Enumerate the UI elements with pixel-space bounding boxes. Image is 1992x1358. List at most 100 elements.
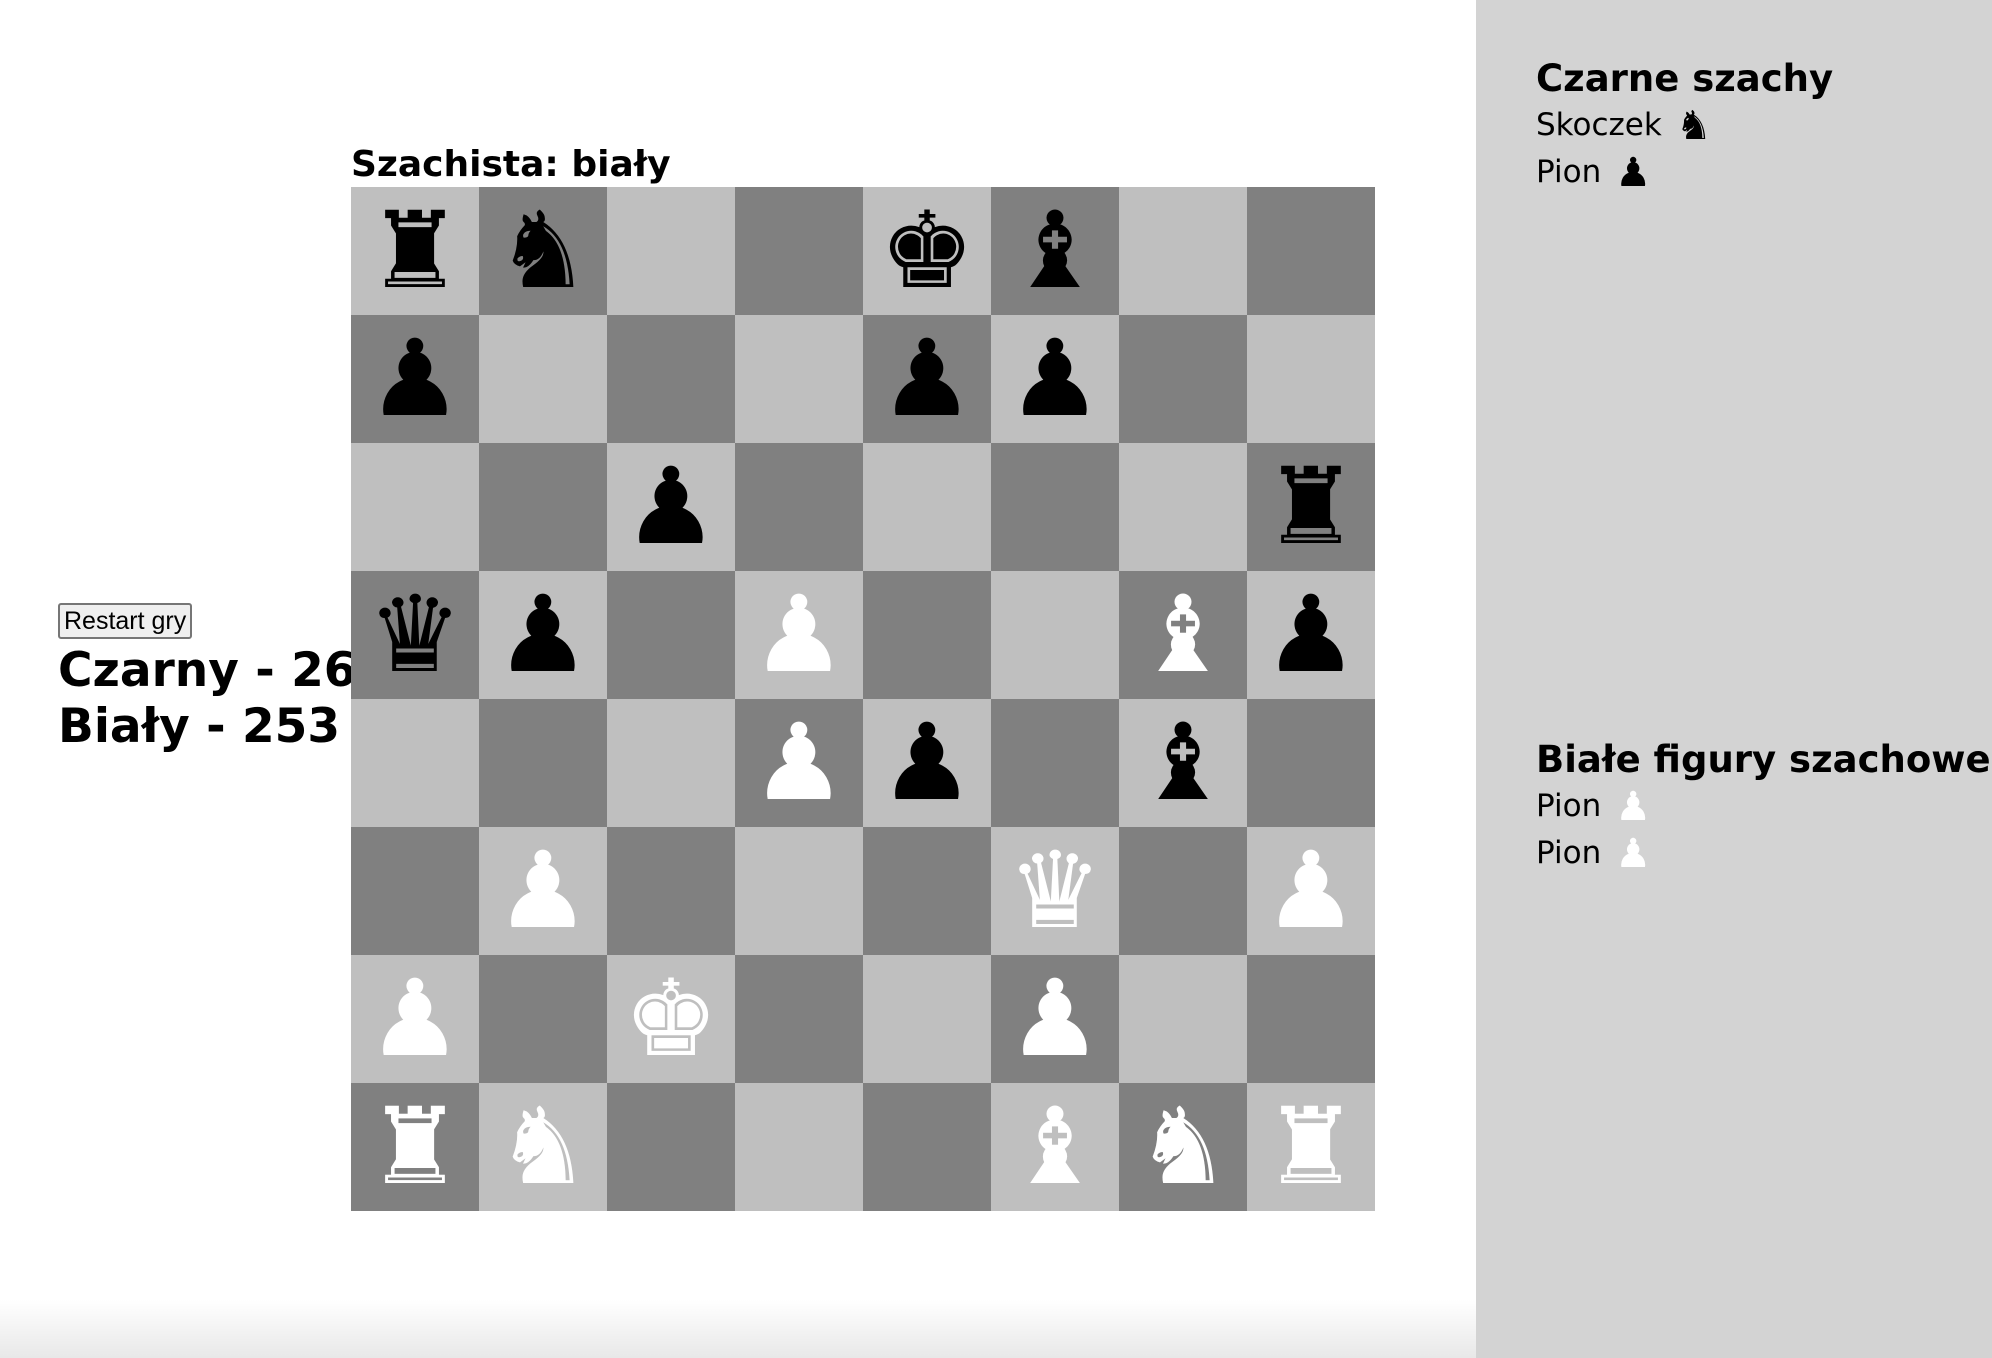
square-c8[interactable] [607,187,735,315]
square-f2[interactable]: ♟ [991,955,1119,1083]
square-a4[interactable] [351,699,479,827]
square-e3[interactable] [863,827,991,955]
left-panel: Restart gry Czarny - 265 Biały - 253 [58,603,389,755]
square-b5[interactable]: ♟ [479,571,607,699]
white-pawn-icon[interactable]: ♟ [495,838,590,944]
white-pawn-icon[interactable]: ♟ [1263,838,1358,944]
square-d5[interactable]: ♟ [735,571,863,699]
square-h4[interactable] [1247,699,1375,827]
square-h7[interactable] [1247,315,1375,443]
white-queen-icon[interactable]: ♛ [1007,838,1102,944]
square-a6[interactable] [351,443,479,571]
square-b1[interactable]: ♞ [479,1083,607,1211]
square-b8[interactable]: ♞ [479,187,607,315]
square-h8[interactable] [1247,187,1375,315]
black-king-icon[interactable]: ♚ [879,198,974,304]
square-d7[interactable] [735,315,863,443]
black-knight-icon[interactable]: ♞ [495,198,590,304]
square-c2[interactable]: ♚ [607,955,735,1083]
square-d4[interactable]: ♟ [735,699,863,827]
square-b4[interactable] [479,699,607,827]
square-b2[interactable] [479,955,607,1083]
square-b6[interactable] [479,443,607,571]
white-bishop-icon[interactable]: ♝ [1007,1094,1102,1200]
square-d6[interactable] [735,443,863,571]
square-a8[interactable]: ♜ [351,187,479,315]
white-pawn-icon[interactable]: ♟ [751,582,846,688]
captured-white-section: Białe figury szachowe Pion ♟ Pion ♟ [1536,737,1991,877]
square-c6[interactable]: ♟ [607,443,735,571]
square-g5[interactable]: ♝ [1119,571,1247,699]
square-f8[interactable]: ♝ [991,187,1119,315]
square-d1[interactable] [735,1083,863,1211]
square-d8[interactable] [735,187,863,315]
square-f1[interactable]: ♝ [991,1083,1119,1211]
square-g3[interactable] [1119,827,1247,955]
square-a5[interactable]: ♛ [351,571,479,699]
black-pawn-icon[interactable]: ♟ [495,582,590,688]
square-a1[interactable]: ♜ [351,1083,479,1211]
square-e2[interactable] [863,955,991,1083]
black-queen-icon[interactable]: ♛ [367,582,462,688]
black-pawn-icon[interactable]: ♟ [367,326,462,432]
black-rook-icon[interactable]: ♜ [1263,454,1358,560]
black-pawn-icon[interactable]: ♟ [879,326,974,432]
square-e7[interactable]: ♟ [863,315,991,443]
black-pawn-icon[interactable]: ♟ [623,454,718,560]
black-rook-icon[interactable]: ♜ [367,198,462,304]
square-e5[interactable] [863,571,991,699]
square-a2[interactable]: ♟ [351,955,479,1083]
black-pawn-icon[interactable]: ♟ [879,710,974,816]
square-h5[interactable]: ♟ [1247,571,1375,699]
white-pawn-icon[interactable]: ♟ [1007,966,1102,1072]
square-c7[interactable] [607,315,735,443]
current-player-label: Szachista: biały [351,144,671,185]
square-h6[interactable]: ♜ [1247,443,1375,571]
black-bishop-icon[interactable]: ♝ [1007,198,1102,304]
square-d3[interactable] [735,827,863,955]
white-pawn-icon[interactable]: ♟ [751,710,846,816]
black-bishop-icon[interactable]: ♝ [1135,710,1230,816]
square-b3[interactable]: ♟ [479,827,607,955]
square-f5[interactable] [991,571,1119,699]
score-black: Czarny - 265 [58,643,390,698]
white-bishop-icon[interactable]: ♝ [1135,582,1230,688]
square-c3[interactable] [607,827,735,955]
captured-black-item: Pion ♟ [1536,149,1833,196]
square-g1[interactable]: ♞ [1119,1083,1247,1211]
square-e1[interactable] [863,1083,991,1211]
white-knight-icon[interactable]: ♞ [1135,1094,1230,1200]
square-h2[interactable] [1247,955,1375,1083]
square-g7[interactable] [1119,315,1247,443]
square-h3[interactable]: ♟ [1247,827,1375,955]
bottom-edge [0,1300,1476,1358]
white-rook-icon[interactable]: ♜ [1263,1094,1358,1200]
square-g4[interactable]: ♝ [1119,699,1247,827]
square-c1[interactable] [607,1083,735,1211]
restart-button[interactable]: Restart gry [58,603,193,639]
square-e6[interactable] [863,443,991,571]
square-g8[interactable] [1119,187,1247,315]
square-h1[interactable]: ♜ [1247,1083,1375,1211]
square-g2[interactable] [1119,955,1247,1083]
white-knight-icon[interactable]: ♞ [495,1094,590,1200]
square-c5[interactable] [607,571,735,699]
square-c4[interactable] [607,699,735,827]
square-b7[interactable] [479,315,607,443]
captured-black-section: Czarne szachy Skoczek ♞ Pion ♟ [1536,56,1833,196]
square-f3[interactable]: ♛ [991,827,1119,955]
black-pawn-icon[interactable]: ♟ [1007,326,1102,432]
square-d2[interactable] [735,955,863,1083]
square-f6[interactable] [991,443,1119,571]
white-king-icon[interactable]: ♚ [623,966,718,1072]
square-f4[interactable] [991,699,1119,827]
square-f7[interactable]: ♟ [991,315,1119,443]
square-a7[interactable]: ♟ [351,315,479,443]
square-g6[interactable] [1119,443,1247,571]
black-pawn-icon[interactable]: ♟ [1263,582,1358,688]
square-e4[interactable]: ♟ [863,699,991,827]
square-a3[interactable] [351,827,479,955]
square-e8[interactable]: ♚ [863,187,991,315]
white-pawn-icon[interactable]: ♟ [367,966,462,1072]
white-rook-icon[interactable]: ♜ [367,1094,462,1200]
